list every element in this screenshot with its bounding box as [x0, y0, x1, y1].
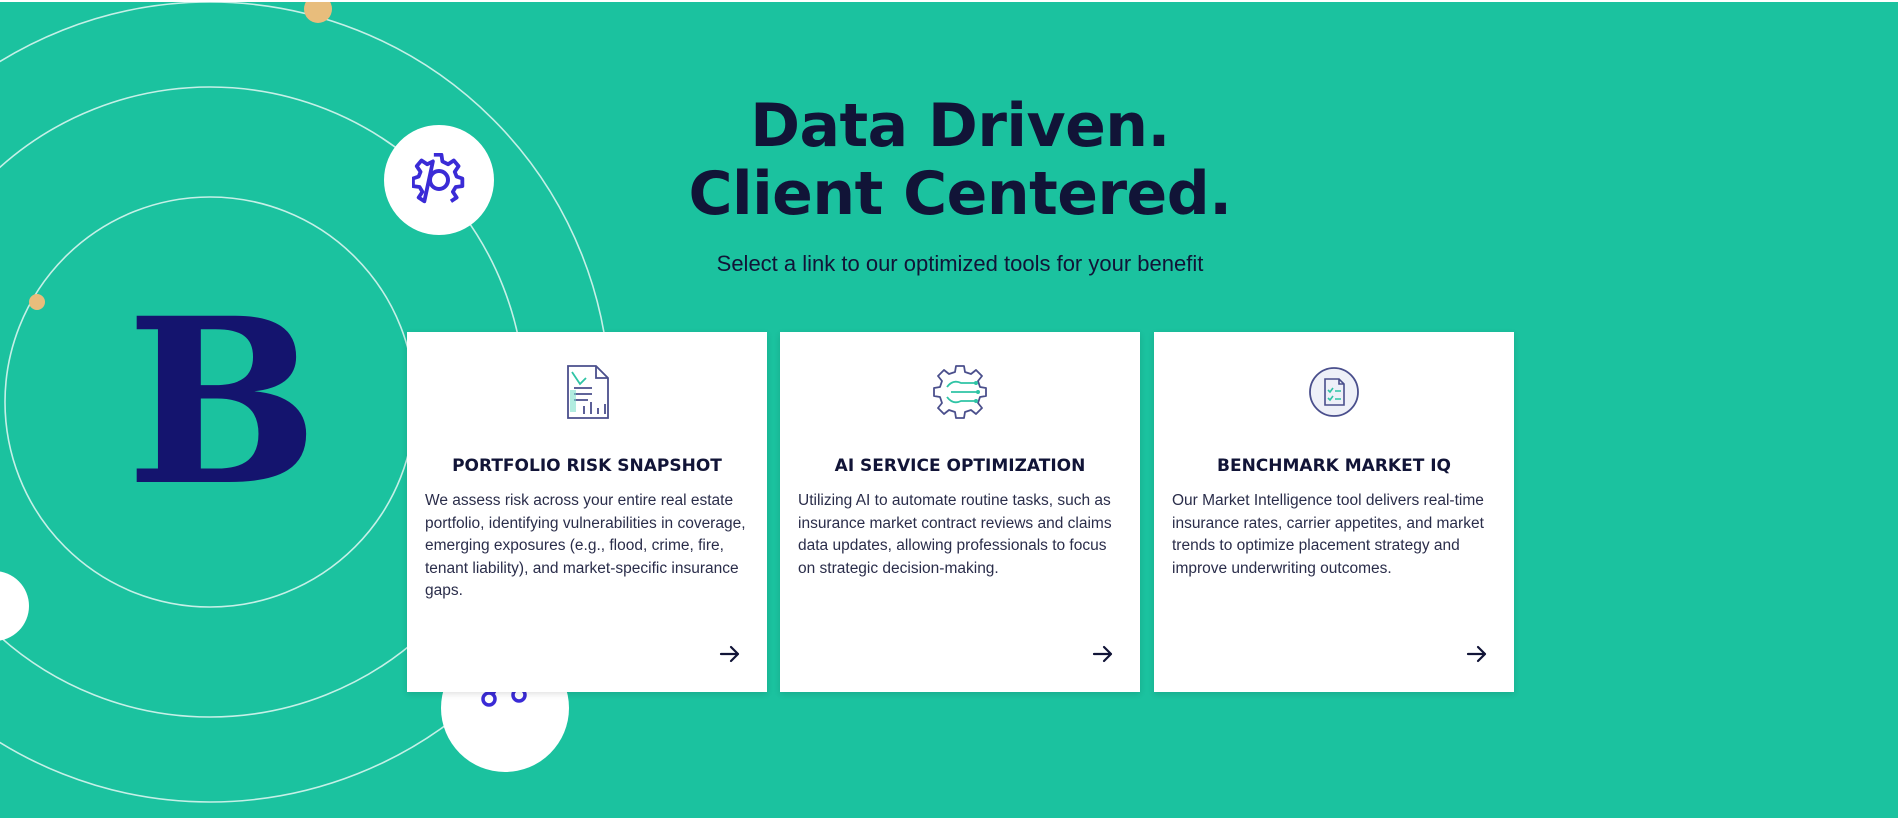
arrow-right-icon[interactable]	[1462, 639, 1492, 669]
ai-gear-icon	[930, 362, 990, 422]
card-benchmark-market-iq[interactable]: BENCHMARK MARKET IQ Our Market Intellige…	[1154, 332, 1514, 692]
page-subtitle: Select a link to our optimized tools for…	[716, 251, 1204, 276]
arrow-right-icon[interactable]	[715, 639, 745, 669]
card-title: BENCHMARK MARKET IQ	[1217, 456, 1451, 476]
gear-icon	[412, 153, 465, 204]
card-title: PORTFOLIO RISK SNAPSHOT	[452, 456, 722, 476]
card-description: Our Market Intelligence tool delivers re…	[1172, 492, 1484, 577]
card-description: We assess risk across your entire real e…	[425, 492, 746, 599]
hero-section: B Data Driven. Client Centered. Select a…	[0, 2, 1898, 818]
page-title-line1: Data Driven.	[750, 91, 1170, 161]
arrow-right-icon[interactable]	[1088, 639, 1118, 669]
brand-logo: B	[126, 268, 319, 536]
checklist-icon	[1304, 362, 1364, 422]
card-description: Utilizing AI to automate routine tasks, …	[798, 492, 1112, 577]
card-title: AI SERVICE OPTIMIZATION	[834, 456, 1086, 476]
gear-icon-badge	[384, 125, 494, 235]
card-portfolio-risk-snapshot[interactable]: PORTFOLIO RISK SNAPSHOT We assess risk a…	[407, 332, 767, 692]
card-ai-service-optimization[interactable]: AI SERVICE OPTIMIZATION Utilizing AI to …	[780, 332, 1140, 692]
document-chart-icon	[557, 362, 617, 422]
page-title-line2: Client Centered.	[688, 159, 1233, 229]
page-title: Data Driven. Client Centered.	[560, 92, 1360, 228]
